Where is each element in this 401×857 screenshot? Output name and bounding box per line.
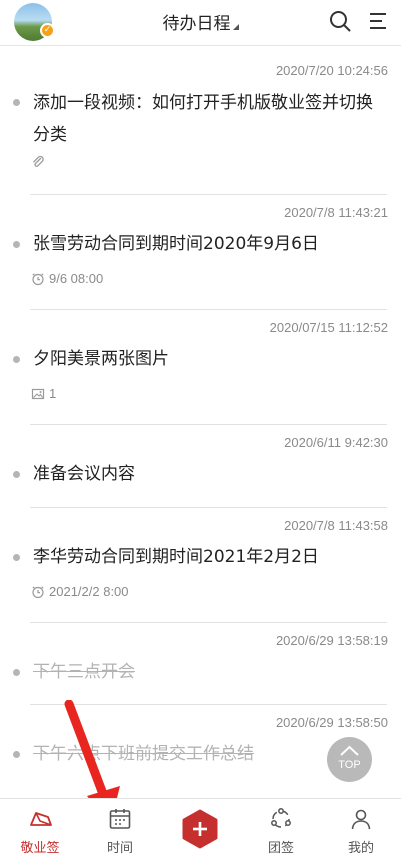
top-header: ✓ 待办日程 xyxy=(0,0,401,46)
tab-team[interactable]: 团签 xyxy=(241,799,321,857)
item-timestamp: 2020/7/8 11:43:58 xyxy=(284,518,388,533)
image-icon xyxy=(31,388,45,399)
list-item[interactable]: 2020/6/11 9:42:30 准备会议内容 xyxy=(0,425,401,508)
item-meta: 9/6 08:00 xyxy=(31,271,103,286)
item-title: 张雪劳动合同到期时间2020年9月6日 xyxy=(33,234,319,254)
item-timestamp: 2020/6/11 9:42:30 xyxy=(284,435,388,450)
item-bullet xyxy=(13,669,20,676)
tab-label: 我的 xyxy=(347,841,374,856)
chevron-up-icon xyxy=(340,745,359,756)
item-bullet xyxy=(13,554,20,561)
list-item[interactable]: 2020/7/8 11:43:58 李华劳动合同到期时间2021年2月2日 20… xyxy=(0,508,401,623)
item-bullet xyxy=(13,356,20,363)
paperclip-icon xyxy=(33,155,44,167)
tab-label: 敬业签 xyxy=(20,841,60,856)
item-timestamp: 2020/7/20 10:24:56 xyxy=(275,63,388,78)
item-timestamp: 2020/6/29 13:58:50 xyxy=(275,715,388,730)
alarm-clock-icon xyxy=(32,585,44,598)
item-meta xyxy=(31,155,49,169)
item-bullet xyxy=(13,241,20,248)
back-to-top-label: TOP xyxy=(338,759,361,771)
item-title: 夕阳美景两张图片 xyxy=(33,349,169,369)
list-item[interactable]: 2020/7/20 10:24:56 添加一段视频：如何打开手机版敬业签并切换分… xyxy=(0,47,401,195)
list-item[interactable]: 2020/6/29 13:58:19 下午三点开会 xyxy=(0,623,401,705)
tab-memo[interactable]: 敬业签 xyxy=(0,799,80,857)
item-title: 下午三点开会 xyxy=(33,662,135,682)
calendar-icon xyxy=(109,809,131,829)
tab-time[interactable]: 时间 xyxy=(80,799,160,857)
back-to-top-button[interactable]: TOP xyxy=(327,737,372,782)
list-item[interactable]: 2020/07/15 11:12:52 夕阳美景两张图片 1 xyxy=(0,310,401,425)
caret-icon xyxy=(232,24,239,30)
add-icon[interactable] xyxy=(180,809,220,849)
item-title: 准备会议内容 xyxy=(33,464,135,484)
alarm-clock-icon xyxy=(32,272,44,285)
item-bullet xyxy=(13,751,20,758)
item-title: 李华劳动合同到期时间2021年2月2日 xyxy=(33,547,319,567)
tab-mine[interactable]: 我的 xyxy=(321,799,401,857)
memo-tab-icon xyxy=(30,812,52,826)
bottom-tab-bar: 敬业签 时间 团签 我的 xyxy=(0,798,401,857)
item-timestamp: 2020/07/15 11:12:52 xyxy=(269,320,388,335)
item-remind-time: 2021/2/2 8:00 xyxy=(49,584,129,599)
menu-icon[interactable] xyxy=(366,9,390,33)
item-timestamp: 2020/6/29 13:58:19 xyxy=(275,633,388,648)
item-title: 添加一段视频：如何打开手机版敬业签并切换分类 xyxy=(33,93,373,145)
item-meta: 1 xyxy=(31,386,56,401)
list-item[interactable]: 2020/7/8 11:43:21 张雪劳动合同到期时间2020年9月6日 9/… xyxy=(0,195,401,310)
item-bullet xyxy=(13,471,20,478)
tab-label: 时间 xyxy=(106,841,133,856)
item-meta: 2021/2/2 8:00 xyxy=(31,584,129,599)
item-image-count: 1 xyxy=(49,386,57,401)
search-icon[interactable] xyxy=(328,9,352,33)
team-icon xyxy=(271,808,291,828)
memo-list: 2020/7/20 10:24:56 添加一段视频：如何打开手机版敬业签并切换分… xyxy=(0,47,401,797)
page-title: 待办日程 xyxy=(162,14,231,34)
item-remind-time: 9/6 08:00 xyxy=(49,271,104,286)
item-bullet xyxy=(13,99,20,106)
user-icon xyxy=(351,809,371,830)
item-timestamp: 2020/7/8 11:43:21 xyxy=(284,205,388,220)
tab-label: 团签 xyxy=(267,841,294,856)
